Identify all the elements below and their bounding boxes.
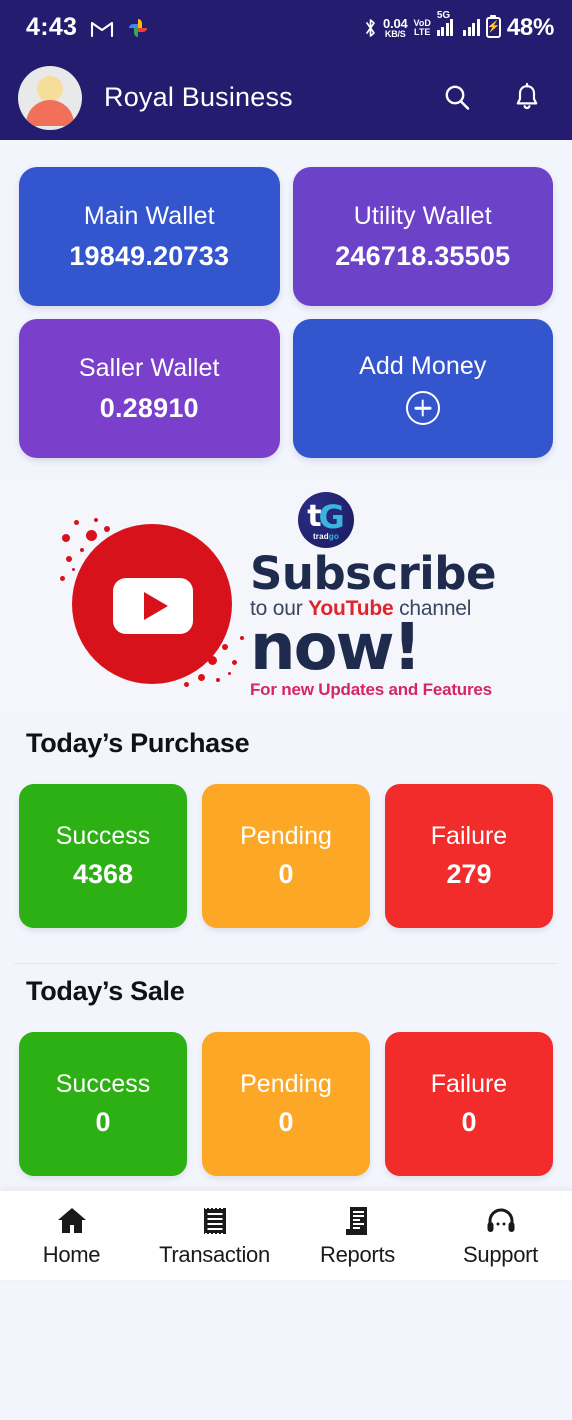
home-icon — [55, 1204, 89, 1238]
notification-bell-icon[interactable] — [510, 81, 544, 115]
wallet-value: 19849.20733 — [69, 240, 230, 271]
nav-item-home[interactable]: Home — [0, 1204, 143, 1268]
wallet-grid: Main Wallet 19849.20733 Utility Wallet 2… — [0, 140, 572, 458]
sale-pending-card[interactable]: Pending 0 — [202, 1032, 370, 1176]
stat-value: 0 — [278, 859, 294, 889]
page-title: Royal Business — [104, 82, 293, 112]
tradgo-logo-icon: t G tradgo — [298, 492, 354, 548]
stat-value: 0 — [461, 1107, 477, 1137]
volte-line2: LTE — [414, 26, 431, 37]
youtube-play-icon — [113, 578, 193, 634]
wallet-value: 0.28910 — [99, 392, 199, 423]
bluetooth-icon — [364, 18, 377, 38]
purchase-failure-card[interactable]: Failure 279 — [385, 784, 553, 928]
signal-bars-1 — [436, 19, 454, 36]
wallet-label: Main Wallet — [83, 201, 215, 230]
nav-label: Support — [463, 1241, 538, 1267]
headset-support-icon — [484, 1204, 518, 1238]
banner-text-block: t G tradgo Subscribe to our YouTube chan… — [250, 492, 560, 700]
youtube-logo — [60, 516, 250, 691]
plus-circle-icon — [405, 391, 440, 425]
battery-percent: 48% — [506, 13, 554, 41]
section-title-sale: Today’s Sale — [26, 976, 185, 1006]
nav-label: Reports — [320, 1241, 395, 1267]
status-bar-right: 0.04 KB/S VoD LTE 5G ⚡ 48% — [364, 10, 554, 42]
avatar[interactable] — [18, 65, 82, 130]
wallet-card-main[interactable]: Main Wallet 19849.20733 — [19, 167, 280, 306]
banner-line-subscribe: Subscribe — [250, 547, 496, 600]
stat-value: 4368 — [72, 859, 134, 889]
volte-icon: VoD LTE — [414, 18, 431, 37]
status-bar-left: 4:43 — [26, 13, 149, 42]
stat-label: Pending — [240, 1070, 332, 1098]
stat-label: Failure — [430, 1070, 508, 1098]
purchase-pending-card[interactable]: Pending 0 — [202, 784, 370, 928]
avatar-body — [26, 99, 74, 126]
sale-stat-grid: Success 0 Pending 0 Failure 0 — [0, 1007, 572, 1176]
stat-label: Success — [55, 822, 151, 850]
avatar-head — [37, 75, 63, 102]
wallet-value: 246718.35505 — [335, 240, 511, 271]
document-report-icon — [341, 1204, 375, 1238]
nav-item-transaction[interactable]: Transaction — [143, 1204, 286, 1268]
purchase-success-card[interactable]: Success 4368 — [19, 784, 187, 928]
wallet-card-saller[interactable]: Saller Wallet 0.28910 — [19, 319, 280, 458]
tradgo-wordmark: tradgo — [312, 532, 340, 541]
battery-charging-bolt: ⚡ — [486, 21, 501, 33]
wallet-label: Saller Wallet — [78, 353, 220, 382]
status-clock: 4:43 — [26, 13, 78, 41]
search-icon[interactable] — [440, 81, 474, 115]
app-bar-actions — [440, 81, 544, 115]
purchase-stat-grid: Success 4368 Pending 0 Failure 279 — [0, 759, 572, 928]
network-speed-indicator: 0.04 KB/S — [383, 17, 408, 39]
wallet-label: Utility Wallet — [353, 201, 492, 230]
signal-strength-icon-1: 5G — [436, 10, 454, 36]
banner-line-now: now! — [250, 611, 422, 686]
sale-failure-card[interactable]: Failure 0 — [385, 1032, 553, 1176]
google-photos-icon — [127, 17, 149, 39]
banner-line-footer: For new Updates and Features — [250, 679, 492, 699]
signal-bars-2 — [463, 19, 480, 36]
network-type-label: 5G — [436, 10, 451, 21]
receipt-icon — [198, 1204, 232, 1238]
gmail-icon — [90, 19, 114, 37]
network-speed-value: 0.04 — [383, 15, 408, 31]
wallet-card-utility[interactable]: Utility Wallet 246718.35505 — [292, 167, 553, 306]
stat-value: 0 — [278, 1107, 294, 1137]
nav-item-reports[interactable]: Reports — [286, 1204, 429, 1268]
stat-label: Success — [55, 1070, 151, 1098]
bottom-navigation-bar: Home Transaction Reports Support — [0, 1190, 572, 1280]
nav-label: Home — [42, 1241, 101, 1267]
stat-label: Pending — [240, 822, 332, 850]
add-money-label: Add Money — [359, 352, 487, 380]
subscribe-banner[interactable]: t G tradgo Subscribe to our YouTube chan… — [0, 476, 572, 716]
section-title-purchase: Today’s Purchase — [26, 728, 250, 758]
stat-value: 279 — [446, 859, 492, 889]
network-speed-unit: KB/S — [384, 28, 406, 39]
app-bar: Royal Business — [0, 55, 572, 140]
sale-success-card[interactable]: Success 0 — [19, 1032, 187, 1176]
status-bar: 4:43 0.04 KB/S VoD LTE 5G ⚡ 48% — [0, 0, 572, 55]
nav-item-support[interactable]: Support — [429, 1204, 572, 1268]
stat-label: Failure — [430, 822, 508, 850]
battery-icon: ⚡ — [485, 17, 501, 38]
add-money-button[interactable]: Add Money — [292, 319, 553, 458]
stat-value: 0 — [95, 1107, 111, 1137]
nav-label: Transaction — [159, 1241, 270, 1267]
tradgo-letter-g: G — [318, 497, 345, 536]
